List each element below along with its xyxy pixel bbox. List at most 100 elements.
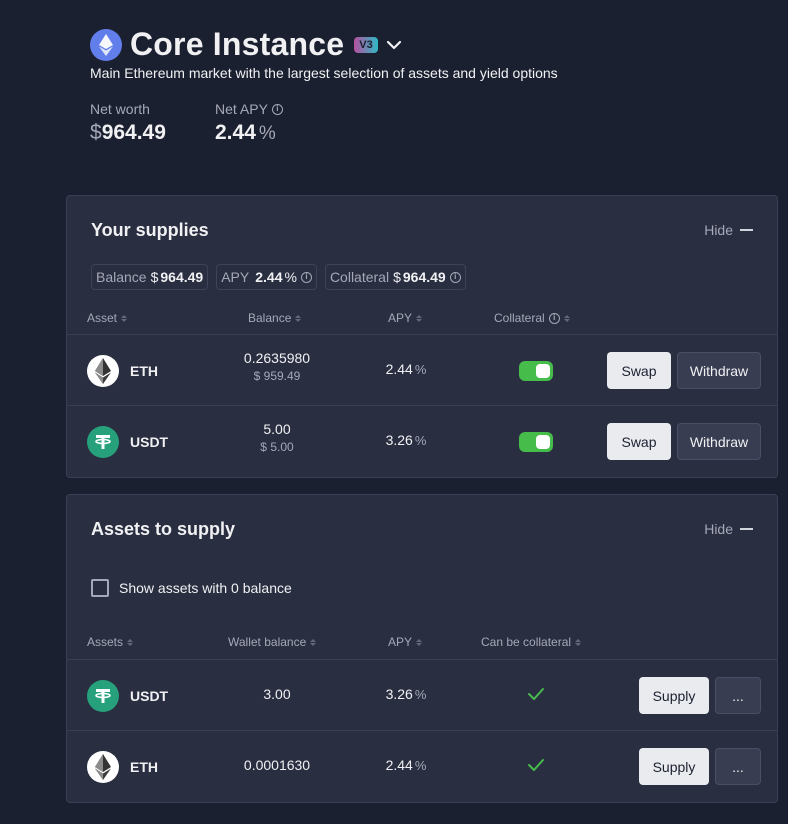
apy-cell: 3.26% — [366, 432, 446, 448]
info-icon[interactable]: i — [300, 271, 312, 283]
column-header-apy[interactable]: APY — [388, 303, 423, 333]
check-icon — [527, 758, 545, 777]
asset-cell: ETH — [87, 751, 158, 783]
asset-symbol: USDT — [130, 434, 169, 450]
hide-label: Hide — [704, 521, 733, 537]
swap-button[interactable]: Swap — [607, 423, 671, 460]
wallet-balance: 0.0001630 — [243, 757, 311, 773]
show-zero-balance-option[interactable]: Show assets with 0 balance — [91, 579, 292, 597]
supplies-table-header: Asset Balance APY Collateral i — [67, 303, 777, 333]
token-balance: 0.2635980 — [243, 350, 311, 366]
usdt-token-icon — [87, 426, 119, 458]
withdraw-button[interactable]: Withdraw — [677, 352, 761, 389]
balance-chip-label: Balance — [96, 269, 147, 285]
percent-unit: % — [258, 123, 276, 144]
info-icon[interactable]: i — [548, 312, 560, 324]
column-header-asset[interactable]: Asset — [87, 303, 128, 333]
net-apy-stat: Net APY i 2.44 % — [215, 101, 283, 145]
balance-cell: 5.00 $ 5.00 — [217, 421, 337, 454]
column-header-can-be-collateral[interactable]: Can be collateral — [481, 627, 582, 657]
supply-button[interactable]: Supply — [639, 748, 709, 785]
sort-icon — [310, 638, 317, 646]
check-icon — [527, 687, 545, 706]
ethereum-logo-icon — [90, 28, 122, 61]
more-options-button[interactable]: ... — [715, 677, 761, 714]
page-title: Core Instance — [130, 26, 345, 62]
apy-value: 2.44 — [385, 757, 413, 773]
asset-symbol: ETH — [130, 759, 158, 775]
swap-button[interactable]: Swap — [607, 352, 671, 389]
assets-to-supply-panel: Assets to supply Hide Show assets with 0… — [66, 494, 778, 803]
version-badge: V3 — [354, 36, 378, 53]
apy-value: 2.44 — [385, 361, 413, 377]
asset-cell: USDT — [87, 680, 168, 712]
currency-symbol: $ — [150, 269, 159, 285]
percent-unit: % — [414, 362, 427, 377]
currency-symbol: $ — [393, 269, 401, 285]
apy-value: 3.26 — [385, 432, 413, 448]
column-label: Assets — [87, 635, 124, 649]
balance-cell: 0.2635980 $ 959.49 — [217, 350, 337, 383]
table-row[interactable]: USDT 5.00 $ 5.00 3.26% Swap Withdraw — [67, 405, 777, 477]
apy-cell: 2.44% — [366, 757, 446, 773]
collateral-toggle[interactable] — [519, 432, 553, 452]
table-row[interactable]: ETH 0.2635980 $ 959.49 2.44% Swap Withdr… — [67, 334, 777, 406]
sort-icon — [416, 314, 423, 322]
column-header-apy[interactable]: APY — [388, 627, 423, 657]
column-header-collateral[interactable]: Collateral i — [494, 303, 570, 333]
collateral-toggle[interactable] — [519, 361, 553, 381]
column-label: Balance — [248, 311, 292, 325]
asset-symbol: ETH — [130, 363, 158, 379]
supply-button[interactable]: Supply — [639, 677, 709, 714]
balance-chip-value: 964.49 — [160, 269, 204, 285]
info-icon[interactable]: i — [271, 103, 283, 115]
withdraw-button[interactable]: Withdraw — [677, 423, 761, 460]
usd-balance: 5.00 — [270, 440, 294, 454]
apy-cell: 2.44% — [366, 361, 446, 377]
collateral-chip: Collateral $ 964.49 i — [324, 264, 466, 290]
your-supplies-title: Your supplies — [91, 220, 209, 240]
collateral-chip-value: 964.49 — [402, 269, 446, 285]
hide-supplies-button[interactable]: Hide — [704, 222, 753, 238]
sort-icon — [563, 314, 570, 322]
table-row[interactable]: ETH 0.0001630 2.44% Supply ... — [67, 730, 777, 803]
assets-to-supply-title: Assets to supply — [91, 519, 236, 539]
asset-symbol: USDT — [130, 688, 169, 704]
column-label: APY — [388, 635, 413, 649]
table-row[interactable]: USDT 3.00 3.26% Supply ... — [67, 659, 777, 730]
more-options-button[interactable]: ... — [715, 748, 761, 785]
column-label: Collateral — [494, 311, 545, 325]
market-selector-chevron-down-icon[interactable] — [386, 40, 402, 50]
column-label: Asset — [87, 311, 118, 325]
column-label: APY — [388, 311, 413, 325]
column-header-wallet-balance[interactable]: Wallet balance — [228, 627, 317, 657]
sort-icon — [121, 314, 128, 322]
minus-icon — [740, 528, 753, 530]
currency-symbol: $ — [90, 121, 102, 144]
sort-icon — [416, 638, 423, 646]
column-header-balance[interactable]: Balance — [248, 303, 302, 333]
show-zero-balance-checkbox[interactable] — [91, 579, 109, 597]
column-label: Wallet balance — [228, 635, 307, 649]
net-worth-value: 964.49 — [101, 121, 166, 144]
hide-label: Hide — [704, 222, 733, 238]
assets-table-header: Assets Wallet balance APY Can be collate… — [67, 627, 777, 657]
wallet-balance: 3.00 — [263, 686, 291, 702]
currency-symbol: $ — [260, 440, 267, 454]
apy-chip: APY 2.44 % i — [216, 264, 317, 290]
apy-cell: 3.26% — [366, 686, 446, 702]
asset-cell: USDT — [87, 426, 168, 458]
column-header-assets[interactable]: Assets — [87, 627, 134, 657]
market-description: Main Ethereum market with the largest se… — [90, 65, 558, 81]
hide-assets-button[interactable]: Hide — [704, 521, 753, 537]
apy-value: 3.26 — [385, 686, 413, 702]
sort-icon — [295, 314, 302, 322]
info-icon[interactable]: i — [449, 271, 461, 283]
eth-token-icon — [87, 751, 119, 783]
column-label: Can be collateral — [481, 635, 572, 649]
show-zero-balance-label: Show assets with 0 balance — [119, 580, 292, 596]
balance-chip: Balance $ 964.49 — [91, 264, 209, 290]
sort-icon — [575, 638, 582, 646]
token-balance: 5.00 — [263, 421, 291, 437]
usdt-token-icon — [87, 680, 119, 712]
